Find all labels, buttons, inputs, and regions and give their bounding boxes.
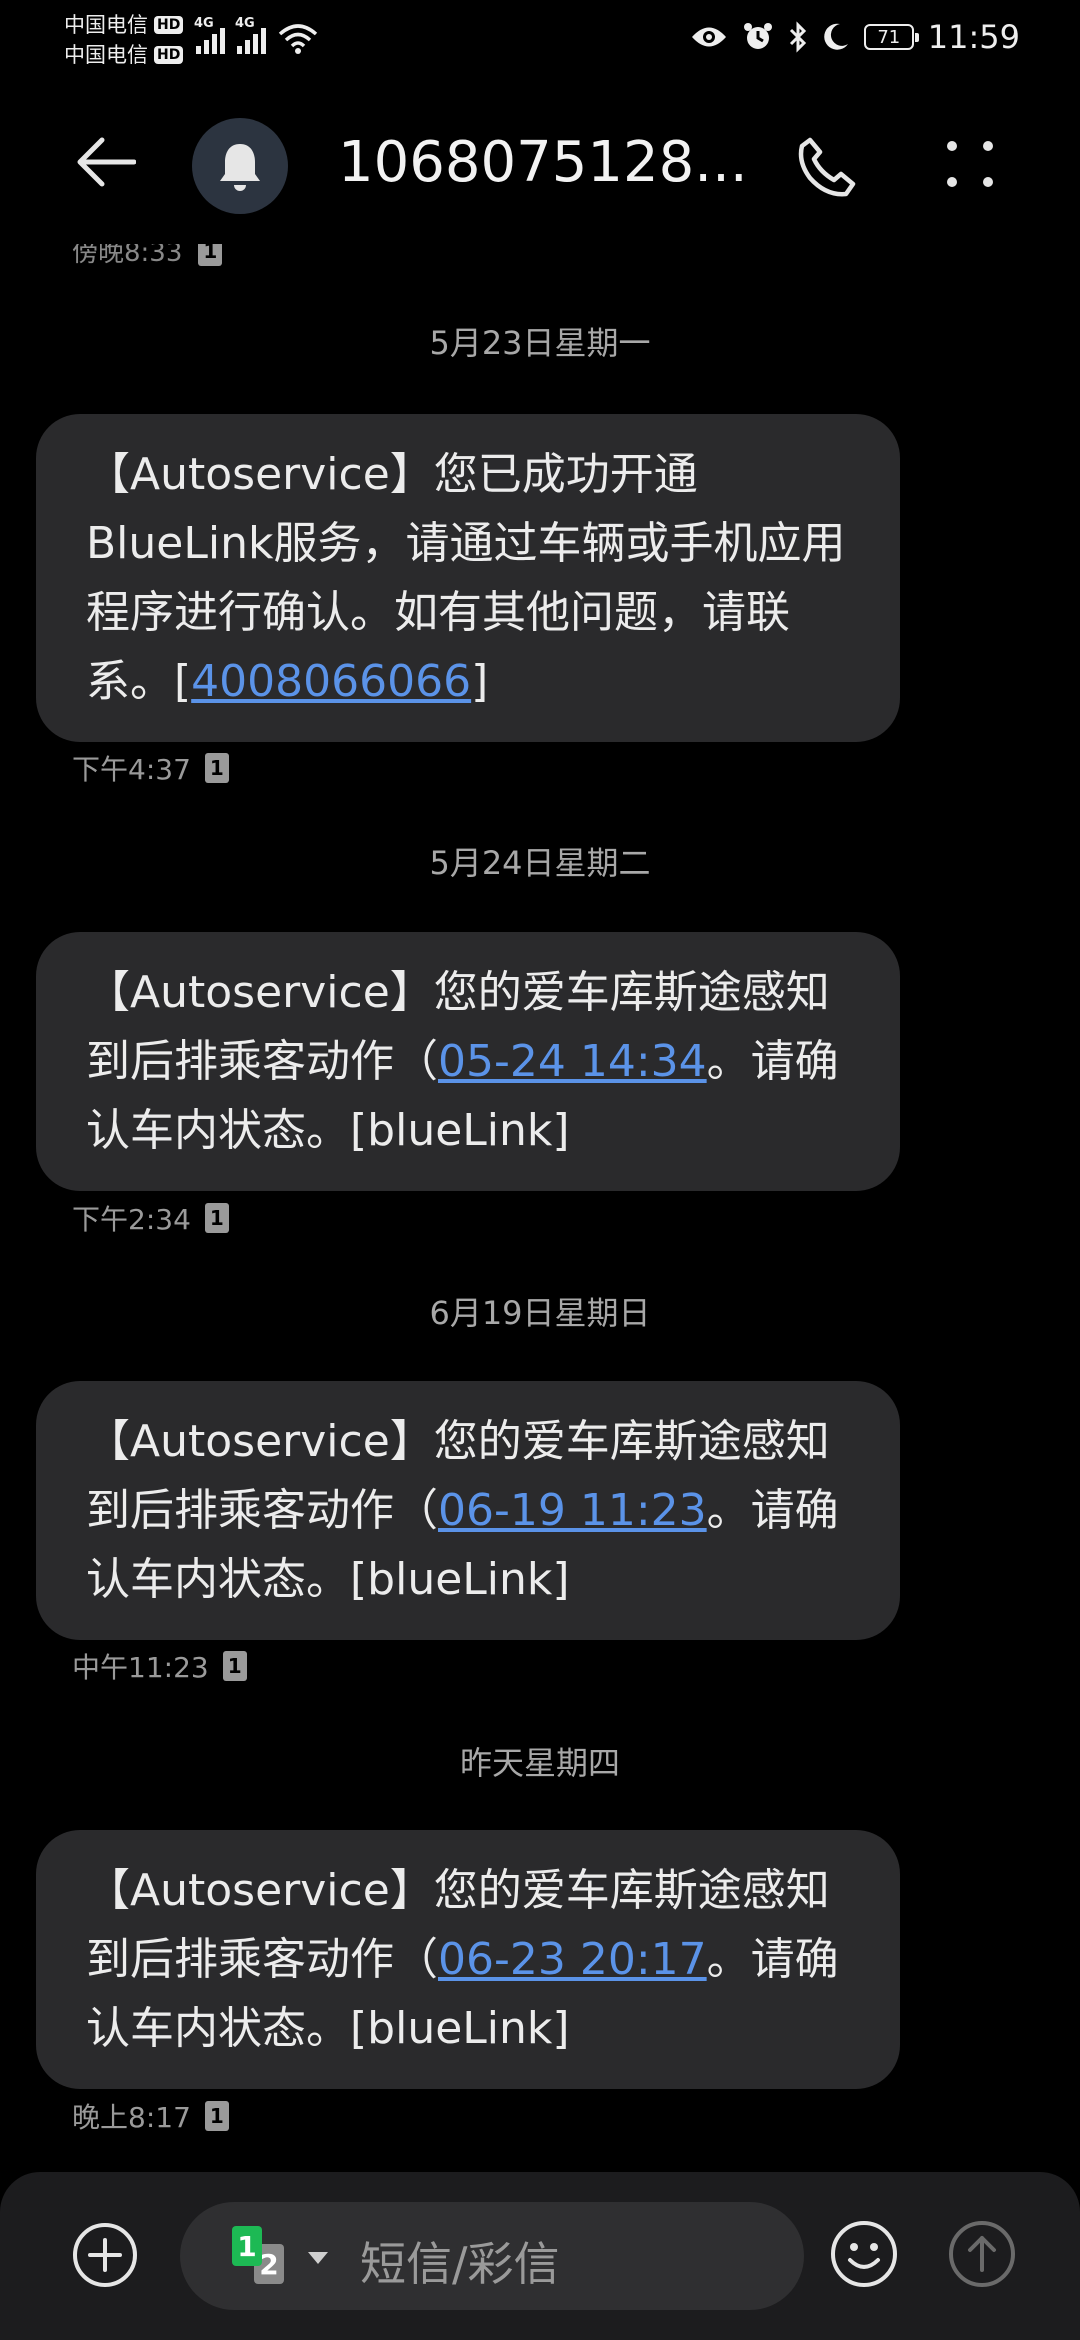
- date-separator: 昨天星期四: [459, 1744, 620, 1782]
- sim-card-icon: 1: [204, 1203, 229, 1233]
- status-right-group: 71 11:59: [690, 18, 1020, 56]
- conversation-header: 1068075128...: [0, 110, 1080, 220]
- contact-avatar[interactable]: [192, 118, 288, 214]
- signal-indicators: 4G 4G: [194, 16, 318, 54]
- message-text-end: ]: [471, 656, 489, 707]
- date-separator: 5月24日星期二: [429, 844, 651, 882]
- more-icon[interactable]: [944, 138, 996, 190]
- message-bubble[interactable]: 【Autoservice】您的爱车库斯途感知到后排乘客动作（05-24 14:3…: [36, 932, 900, 1191]
- send-icon[interactable]: [948, 2220, 1016, 2288]
- sim-card-icon: 1: [204, 2101, 229, 2131]
- alarm-icon: [743, 23, 772, 49]
- date-separator: 6月19日星期日: [429, 1294, 651, 1332]
- carrier-1-label: 中国电信: [64, 13, 148, 37]
- message-time: 中午11:23: [72, 1651, 209, 1684]
- sim-card-icon: 1: [198, 244, 223, 266]
- contact-title[interactable]: 1068075128...: [338, 130, 758, 195]
- message-time: 下午2:34: [72, 1203, 191, 1236]
- previous-message-time: 傍晚8:33 1: [72, 238, 223, 269]
- previous-time-label: 傍晚8:33: [72, 238, 183, 268]
- status-bar: 中国电信 HD 中国电信 HD 4G 4G 71 11:59: [0, 0, 1080, 80]
- message-meta: 中午11:23 1: [72, 1646, 247, 1686]
- input-placeholder: 短信/彩信: [360, 2237, 560, 2291]
- carrier-info: 中国电信 HD 中国电信 HD: [64, 10, 184, 70]
- message-time: 晚上8:17: [72, 2101, 191, 2134]
- message-meta: 下午4:37 1: [72, 748, 229, 788]
- date-separator: 5月23日星期一: [429, 324, 651, 362]
- battery-indicator: 71: [863, 24, 919, 50]
- bluetooth-icon: [789, 21, 806, 53]
- moon-icon: [824, 23, 848, 50]
- phone-link[interactable]: 4008066066: [191, 656, 471, 707]
- message-input[interactable]: 2 1 短信/彩信: [180, 2202, 804, 2310]
- bell-icon: [220, 144, 260, 191]
- eye-icon: [691, 27, 726, 47]
- sim-selector[interactable]: 2 1: [232, 2226, 302, 2286]
- signal-1-icon: 4G: [194, 16, 225, 54]
- carrier-2-label: 中国电信: [64, 43, 148, 67]
- hd-badge: HD: [154, 16, 184, 34]
- message-meta: 晚上8:17 1: [72, 2096, 229, 2136]
- back-arrow-icon[interactable]: [74, 136, 136, 188]
- chevron-down-icon[interactable]: [308, 2252, 328, 2264]
- add-icon[interactable]: [72, 2222, 138, 2288]
- message-composer: 2 1 短信/彩信: [0, 2172, 1080, 2340]
- message-bubble[interactable]: 【Autoservice】您的爱车库斯途感知到后排乘客动作（06-19 11:2…: [36, 1381, 900, 1640]
- datetime-link[interactable]: 05-24 14:34: [438, 1036, 707, 1087]
- datetime-link[interactable]: 06-23 20:17: [438, 1934, 707, 1985]
- status-clock: 11:59: [927, 18, 1020, 56]
- datetime-link[interactable]: 06-19 11:23: [438, 1485, 707, 1536]
- phone-icon[interactable]: [796, 136, 858, 198]
- signal-2-icon: 4G: [235, 16, 266, 54]
- network-type-1: 4G: [194, 16, 214, 31]
- network-type-2: 4G: [235, 16, 255, 31]
- sim-card-icon: 1: [204, 753, 229, 783]
- message-meta: 下午2:34 1: [72, 1198, 229, 1238]
- hd-badge: HD: [154, 46, 184, 64]
- message-bubble[interactable]: 【Autoservice】您已成功开通BlueLink服务，请通过车辆或手机应用…: [36, 414, 900, 742]
- sim-1-icon: 1: [232, 2226, 262, 2266]
- sim-card-icon: 1: [222, 1651, 247, 1681]
- message-bubble[interactable]: 【Autoservice】您的爱车库斯途感知到后排乘客动作（06-23 20:1…: [36, 1830, 900, 2089]
- message-time: 下午4:37: [72, 753, 191, 786]
- wifi-icon: [278, 24, 318, 54]
- emoji-icon[interactable]: [830, 2220, 898, 2288]
